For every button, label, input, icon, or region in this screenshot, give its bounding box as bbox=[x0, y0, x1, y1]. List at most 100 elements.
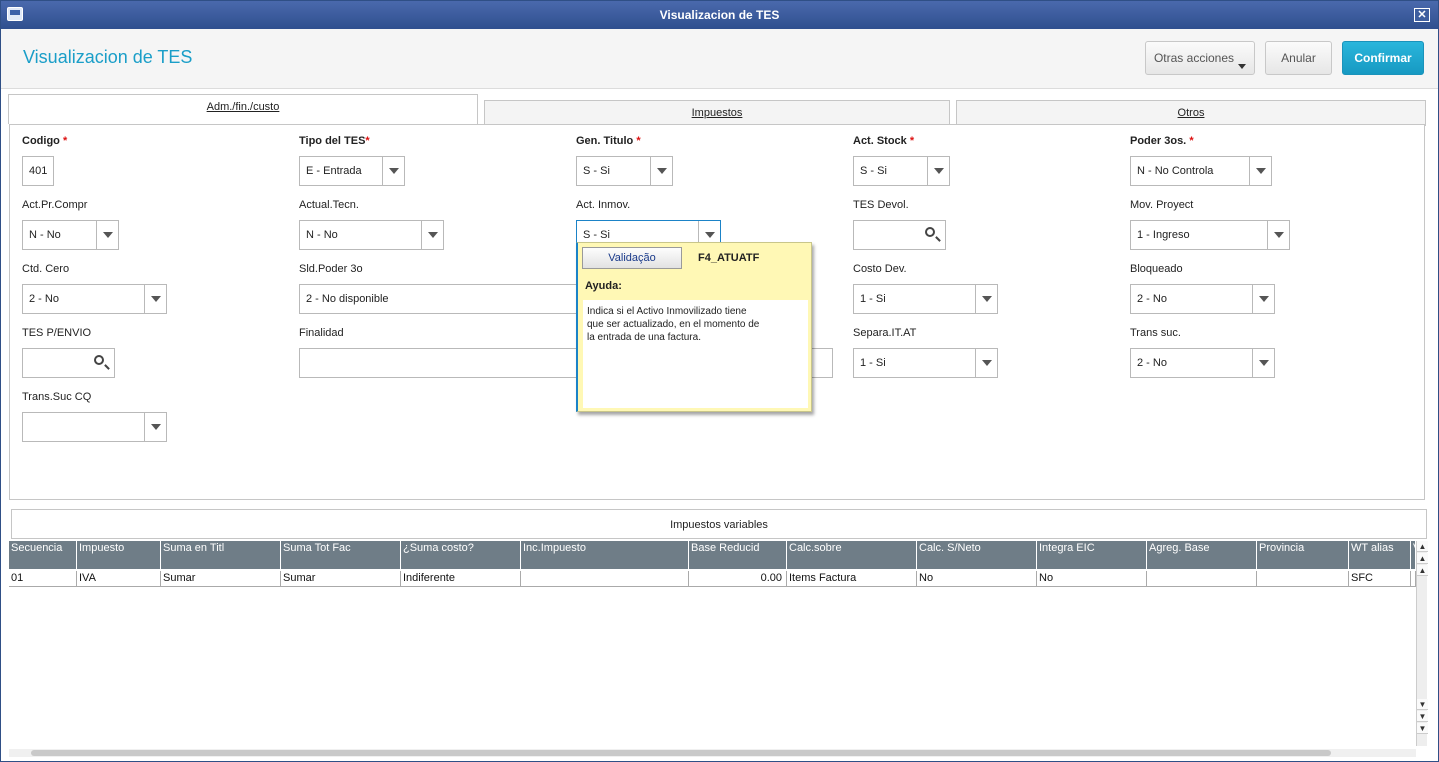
act-stock-select[interactable]: S - Si bbox=[853, 156, 950, 186]
page-title: Visualizacion de TES bbox=[23, 47, 193, 67]
column-header[interactable]: Integra EIC bbox=[1037, 541, 1147, 569]
act-pr-compr-select[interactable]: N - No bbox=[22, 220, 119, 250]
column-header[interactable]: Suma Tot Fac bbox=[281, 541, 401, 569]
table-cell[interactable] bbox=[521, 571, 689, 587]
mov-proyect-select[interactable]: 1 - Ingreso bbox=[1130, 220, 1290, 250]
field-label: Act. Stock * bbox=[853, 135, 915, 147]
tab-impuestos[interactable]: Impuestos bbox=[484, 100, 950, 126]
trans-suc-cq-select[interactable] bbox=[22, 412, 167, 442]
dropdown-arrow-icon[interactable] bbox=[927, 157, 949, 185]
column-header[interactable]: Secuencia bbox=[9, 541, 77, 569]
field-label: Costo Dev. bbox=[853, 263, 907, 275]
column-header[interactable]: Agreg. Base bbox=[1147, 541, 1257, 569]
impuestos-grid: Secuencia Impuesto Suma en Titl Suma Tot… bbox=[9, 541, 1416, 741]
table-caption: Impuestos variables bbox=[11, 509, 1427, 539]
scroll-thumb[interactable] bbox=[31, 750, 1331, 756]
help-text: Indica si el Activo Inmovilizado tiene q… bbox=[583, 300, 808, 408]
dropdown-arrow-icon[interactable] bbox=[421, 221, 443, 249]
scroll-page-up-icon[interactable]: ▲ bbox=[1417, 565, 1428, 576]
scroll-down-icon[interactable]: ▼ bbox=[1417, 699, 1428, 710]
field-label: Trans suc. bbox=[1130, 327, 1181, 339]
confirm-button[interactable]: Confirmar bbox=[1342, 41, 1424, 75]
field-label: TES Devol. bbox=[853, 199, 909, 211]
dropdown-arrow-icon[interactable] bbox=[1249, 157, 1271, 185]
table-cell[interactable]: Sumar bbox=[281, 571, 401, 587]
table-cell[interactable]: No bbox=[1037, 571, 1147, 587]
ctd-cero-select[interactable]: 2 - No bbox=[22, 284, 167, 314]
actual-tecn-select[interactable]: N - No bbox=[299, 220, 444, 250]
scroll-up-icon[interactable]: ▲ bbox=[1417, 553, 1428, 564]
field-label: Separa.IT.AT bbox=[853, 327, 917, 339]
impuestos-variables-panel: Impuestos variables Secuencia Impuesto S… bbox=[9, 509, 1428, 759]
field-label: Ctd. Cero bbox=[22, 263, 70, 275]
scroll-bottom-icon[interactable]: ▼ bbox=[1417, 723, 1428, 734]
scroll-top-icon[interactable]: ▲ bbox=[1417, 541, 1428, 552]
tab-adm-fin-custo[interactable]: Adm./fin./custo bbox=[8, 94, 478, 124]
table-cell[interactable]: IVA bbox=[77, 571, 161, 587]
gen-titulo-select[interactable]: S - Si bbox=[576, 156, 673, 186]
column-header[interactable]: WT alias bbox=[1349, 541, 1411, 569]
table-cell[interactable] bbox=[1147, 571, 1257, 587]
field-code: F4_ATUATF bbox=[698, 252, 760, 264]
bloqueado-select[interactable]: 2 - No bbox=[1130, 284, 1275, 314]
other-actions-button[interactable]: Otras acciones bbox=[1145, 41, 1255, 75]
help-line: que ser actualizado, en el momento de bbox=[587, 319, 760, 330]
column-header[interactable]: Calc.sobre bbox=[787, 541, 917, 569]
tes-penvio-input[interactable] bbox=[22, 348, 115, 378]
column-header[interactable]: Impuesto bbox=[77, 541, 161, 569]
column-header[interactable]: Provincia bbox=[1257, 541, 1349, 569]
scroll-page-down-icon[interactable]: ▼ bbox=[1417, 711, 1428, 722]
table-cell[interactable]: 0.00 bbox=[689, 571, 787, 587]
separa-it-at-select[interactable]: 1 - Si bbox=[853, 348, 998, 378]
dropdown-arrow-icon[interactable] bbox=[975, 349, 997, 377]
close-icon[interactable]: ✕ bbox=[1414, 8, 1430, 22]
tes-devol-input[interactable] bbox=[853, 220, 946, 250]
dropdown-arrow-icon[interactable] bbox=[975, 285, 997, 313]
chevron-down-icon bbox=[1238, 64, 1246, 69]
horizontal-scrollbar[interactable] bbox=[9, 749, 1416, 757]
tipo-tes-select[interactable]: E - Entrada bbox=[299, 156, 405, 186]
window-title: Visualizacion de TES bbox=[659, 8, 780, 22]
table-cell[interactable]: Items Factura bbox=[787, 571, 917, 587]
dropdown-arrow-icon[interactable] bbox=[96, 221, 118, 249]
column-header[interactable]: ¿Suma costo? bbox=[401, 541, 521, 569]
dropdown-arrow-icon[interactable] bbox=[1252, 349, 1274, 377]
dropdown-arrow-icon[interactable] bbox=[382, 157, 404, 185]
dropdown-arrow-icon[interactable] bbox=[144, 285, 166, 313]
search-icon[interactable] bbox=[921, 221, 945, 249]
other-actions-label: Otras acciones bbox=[1153, 51, 1235, 65]
search-icon[interactable] bbox=[90, 349, 114, 377]
help-label: Ayuda: bbox=[585, 280, 622, 292]
poder3os-select[interactable]: N - No Controla bbox=[1130, 156, 1272, 186]
sld-poder3o-select[interactable]: 2 - No disponible bbox=[299, 284, 589, 314]
field-label: Tipo del TES* bbox=[299, 135, 370, 147]
dropdown-arrow-icon[interactable] bbox=[650, 157, 672, 185]
table-cell[interactable]: 01 bbox=[9, 571, 77, 587]
costo-dev-select[interactable]: 1 - Si bbox=[853, 284, 998, 314]
table-cell[interactable]: Sumar bbox=[161, 571, 281, 587]
vertical-scrollbar[interactable]: ▲ ▲ ▲ ▼ ▼ ▼ bbox=[1416, 541, 1428, 746]
field-label: Sld.Poder 3o bbox=[299, 263, 363, 275]
field-label: Act.Pr.Compr bbox=[22, 199, 88, 211]
dropdown-arrow-icon[interactable] bbox=[1252, 285, 1274, 313]
field-label: Finalidad bbox=[299, 327, 344, 339]
field-label: Codigo * bbox=[22, 135, 68, 147]
column-header[interactable]: Suma en Titl bbox=[161, 541, 281, 569]
page-header: Visualizacion de TES Otras acciones Anul… bbox=[1, 29, 1438, 89]
table-cell[interactable]: Indiferente bbox=[401, 571, 521, 587]
table-cell[interactable] bbox=[1257, 571, 1349, 587]
column-header[interactable]: Base Reducid bbox=[689, 541, 787, 569]
column-header[interactable]: Inc.Impuesto bbox=[521, 541, 689, 569]
trans-suc-select[interactable]: 2 - No bbox=[1130, 348, 1275, 378]
codigo-input[interactable]: 401 bbox=[22, 156, 54, 186]
table-cell[interactable]: No bbox=[917, 571, 1037, 587]
help-tooltip: Validação F4_ATUATF Ayuda: Indica si el … bbox=[576, 242, 812, 412]
dropdown-arrow-icon[interactable] bbox=[1267, 221, 1289, 249]
field-label: Mov. Proyect bbox=[1130, 199, 1194, 211]
cancel-button[interactable]: Anular bbox=[1265, 41, 1332, 75]
column-header[interactable]: Calc. S/Neto bbox=[917, 541, 1037, 569]
validation-button[interactable]: Validação bbox=[582, 247, 682, 269]
table-cell[interactable]: SFC bbox=[1349, 571, 1411, 587]
tab-otros[interactable]: Otros bbox=[956, 100, 1426, 126]
dropdown-arrow-icon[interactable] bbox=[144, 413, 166, 441]
